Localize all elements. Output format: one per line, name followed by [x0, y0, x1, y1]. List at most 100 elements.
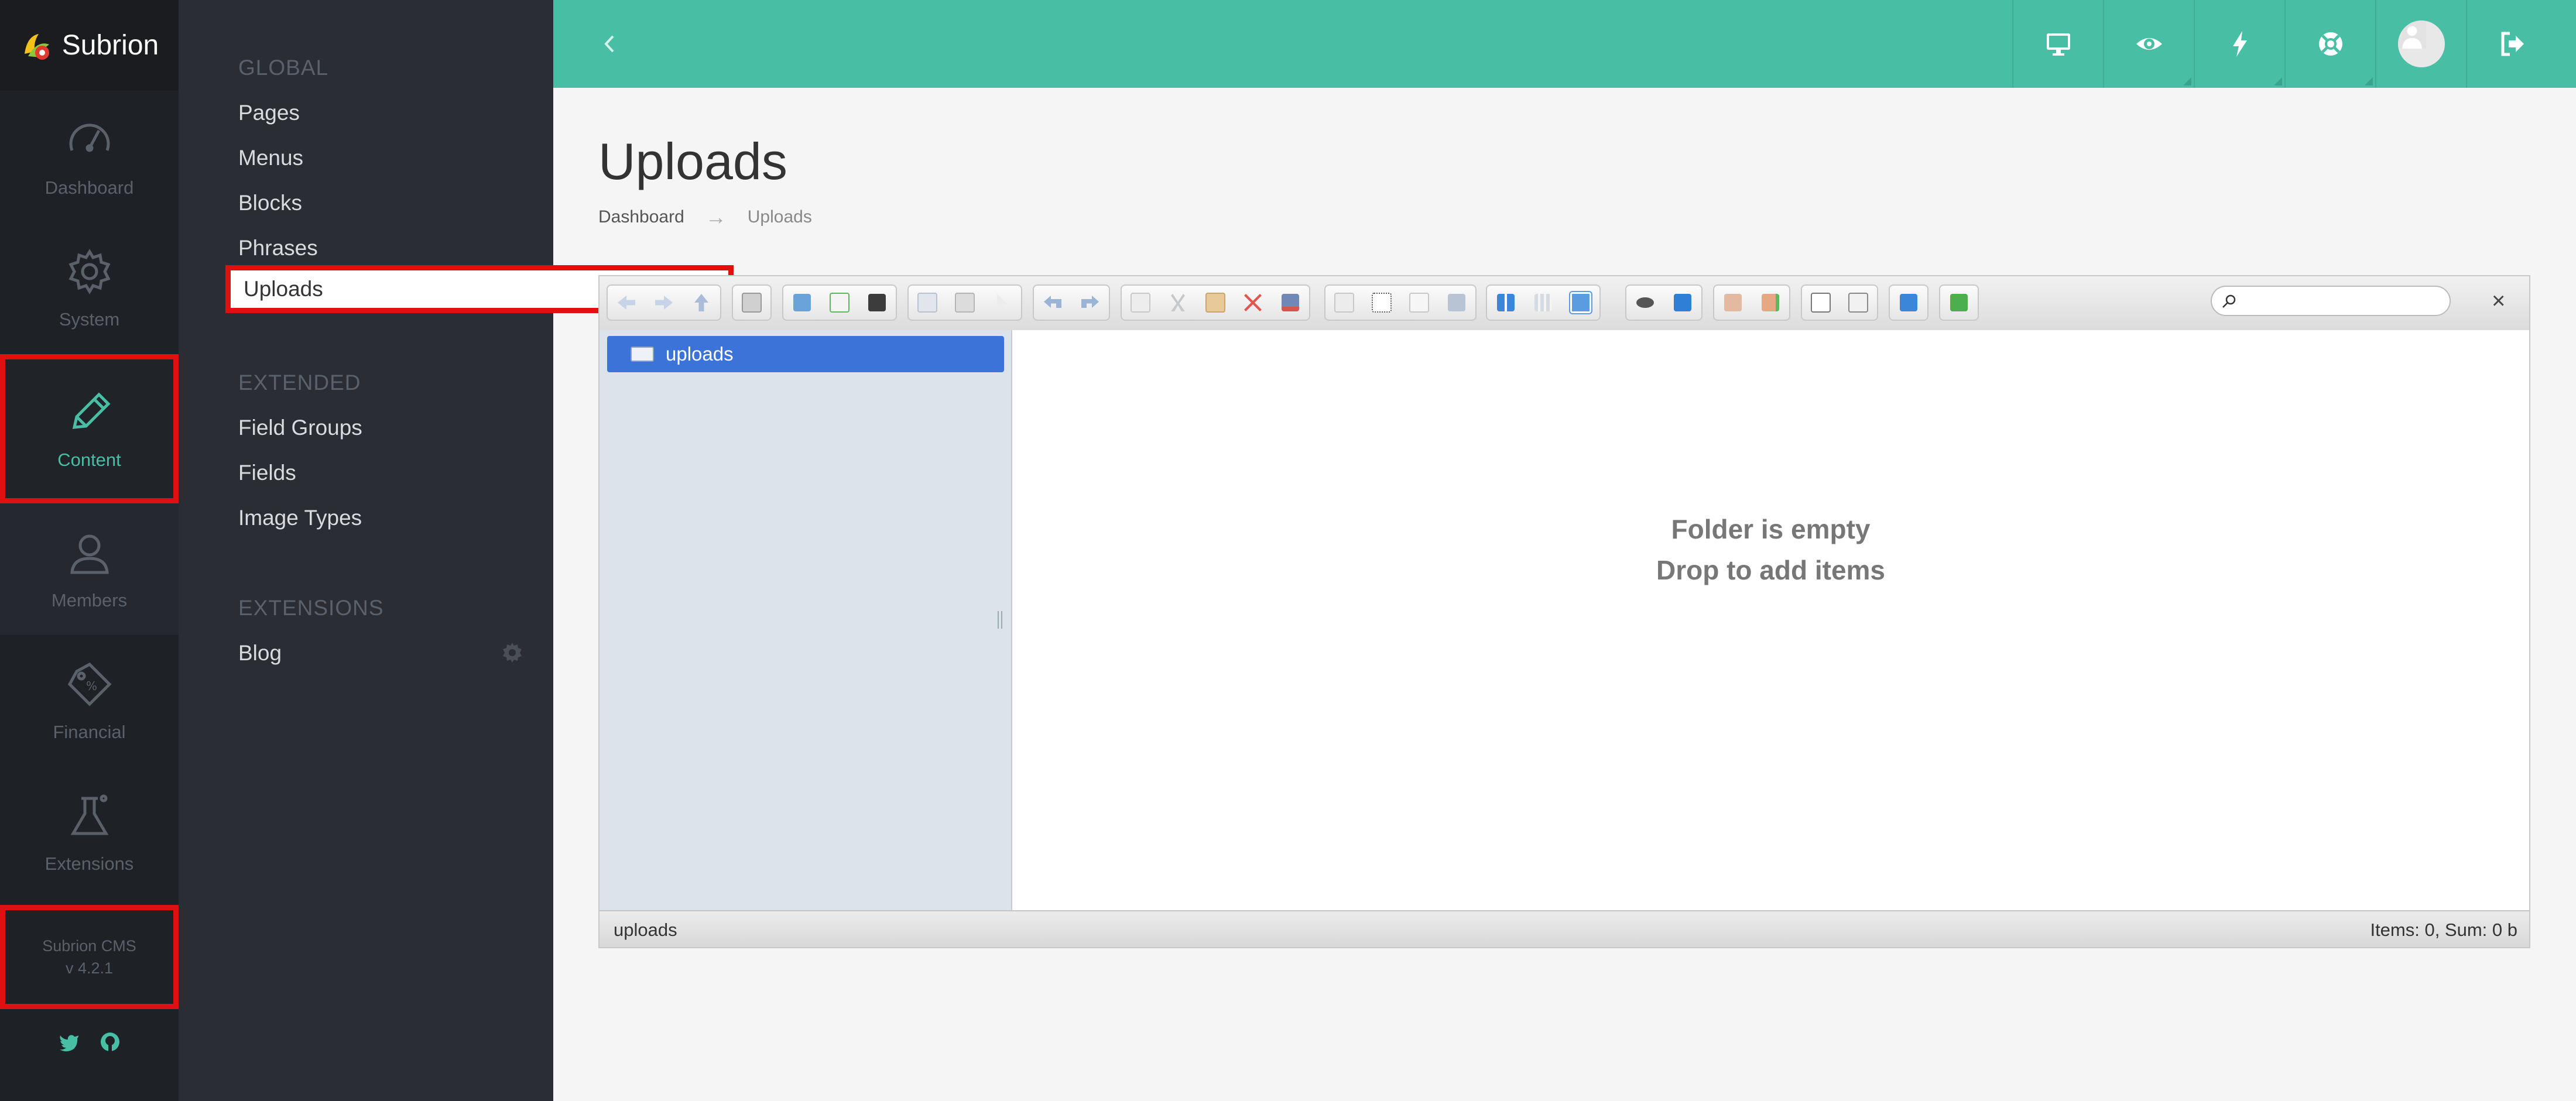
nav-financial[interactable]: % Financial: [0, 635, 179, 767]
view-icons-button[interactable]: [1487, 286, 1525, 320]
up-button[interactable]: [683, 286, 720, 320]
arrow-up-icon: [694, 294, 708, 311]
submenu-blocks[interactable]: Blocks: [238, 191, 302, 215]
logo[interactable]: Subrion: [0, 0, 179, 91]
fullscreen-button[interactable]: [1940, 286, 1978, 320]
preview-button[interactable]: [2103, 0, 2194, 88]
global-heading: GLOBAL: [238, 56, 329, 80]
subrion-logo-icon: [20, 28, 55, 63]
paste-icon: [1205, 293, 1225, 313]
extract-button[interactable]: [1714, 286, 1752, 320]
save-icon: [868, 294, 886, 311]
blog-settings-gear-icon[interactable]: [501, 641, 524, 664]
redo-button[interactable]: [1071, 286, 1109, 320]
select-button[interactable]: [984, 286, 1021, 320]
places-button[interactable]: [1802, 286, 1839, 320]
resize-button[interactable]: [1438, 286, 1475, 320]
info-button[interactable]: [1664, 286, 1701, 320]
breadcrumb-dashboard[interactable]: Dashboard: [598, 207, 684, 227]
paste-button[interactable]: [1197, 286, 1234, 320]
toolbar-group-navigation: [607, 284, 721, 321]
archive-button[interactable]: [1752, 286, 1789, 320]
help-button[interactable]: [1890, 286, 1927, 320]
submenu-fields[interactable]: Fields: [238, 461, 296, 485]
open-button[interactable]: [909, 286, 946, 320]
github-icon[interactable]: [98, 1030, 122, 1054]
home-button[interactable]: [783, 286, 821, 320]
submenu-blog[interactable]: Blog: [238, 641, 282, 666]
arrow-right-icon: [655, 296, 673, 310]
info-icon: [1674, 294, 1691, 311]
nav-dashboard-label: Dashboard: [44, 177, 134, 198]
window-icon: [1811, 293, 1831, 313]
submenu-image-types[interactable]: Image Types: [238, 506, 362, 530]
sub-menu: GLOBAL Pages Menus Blocks Phrases Upload…: [179, 0, 734, 1101]
nav-members-label: Members: [51, 589, 128, 610]
redo-icon: [1081, 296, 1099, 308]
empty-folder-button[interactable]: [1272, 286, 1309, 320]
social-links: [0, 1030, 179, 1054]
duplicate-icon: [1334, 293, 1354, 313]
duplicate-button[interactable]: [1325, 286, 1363, 320]
submenu-field-groups[interactable]: Field Groups: [238, 416, 362, 440]
dropdown-corner: [2274, 77, 2282, 85]
nav-dashboard[interactable]: Dashboard: [0, 91, 179, 222]
avatar: [2397, 20, 2445, 67]
nav-content[interactable]: Content: [0, 354, 179, 503]
view-site-button[interactable]: [2012, 0, 2103, 88]
nav-members[interactable]: Members: [0, 503, 179, 635]
new-file-button[interactable]: [821, 286, 858, 320]
gear-icon: [68, 248, 111, 294]
rename-button[interactable]: [1363, 286, 1400, 320]
quicklook-button[interactable]: [1626, 286, 1664, 320]
empty-line-2: Drop to add items: [1656, 555, 1886, 585]
help-button[interactable]: [2284, 0, 2375, 88]
search-input[interactable]: [2211, 286, 2451, 316]
submenu-phrases[interactable]: Phrases: [238, 236, 318, 260]
cut-button[interactable]: [1159, 286, 1197, 320]
toolbar-group-reload: [732, 284, 772, 321]
toolbar-group-view: [1486, 284, 1601, 321]
logout-button[interactable]: [2466, 0, 2557, 88]
delete-x-icon: [1244, 294, 1262, 311]
nav-system[interactable]: System: [0, 222, 179, 354]
empty-folder-message: Folder is empty Drop to add items: [1012, 509, 2529, 591]
sort-icon: [1848, 293, 1868, 313]
status-bar: uploads Items: 0, Sum: 0 b: [600, 910, 2529, 947]
back-button[interactable]: [608, 286, 645, 320]
reload-button[interactable]: [733, 286, 770, 320]
price-tag-icon: %: [67, 662, 112, 706]
close-icon[interactable]: ×: [2492, 288, 2505, 314]
copy-button[interactable]: [1122, 286, 1159, 320]
undo-button[interactable]: [1034, 286, 1071, 320]
chevron-left-icon[interactable]: [594, 28, 624, 60]
nav-extensions[interactable]: Extensions: [0, 767, 179, 898]
extract-icon: [1724, 294, 1742, 311]
archive-icon: [1762, 294, 1779, 311]
svg-text:%: %: [86, 679, 97, 693]
user-menu-button[interactable]: [2375, 0, 2466, 88]
file-list-area[interactable]: Folder is empty Drop to add items: [1012, 330, 2529, 913]
pane-resize-handle[interactable]: [998, 611, 1002, 629]
twitter-icon[interactable]: [57, 1030, 81, 1054]
page-title: Uploads: [598, 132, 787, 190]
quick-actions-button[interactable]: [2194, 0, 2284, 88]
submenu-pages[interactable]: Pages: [238, 101, 300, 125]
dropdown-corner: [2365, 77, 2373, 85]
sort-button[interactable]: [1839, 286, 1877, 320]
save-button[interactable]: [858, 286, 896, 320]
grid-large-icon: [1497, 294, 1515, 311]
file-manager-toolbar: ×: [600, 276, 2529, 331]
forward-button[interactable]: [645, 286, 683, 320]
view-list-button[interactable]: [1562, 286, 1599, 320]
edit-button[interactable]: [1400, 286, 1438, 320]
view-small-icons-button[interactable]: [1525, 286, 1562, 320]
edit-file-icon: [1409, 293, 1429, 313]
submenu-menus[interactable]: Menus: [238, 146, 303, 170]
delete-button[interactable]: [1234, 286, 1272, 320]
download-button[interactable]: [946, 286, 984, 320]
version-name: Subrion CMS: [42, 937, 136, 955]
nav-content-label: Content: [57, 449, 121, 470]
extended-heading: EXTENDED: [238, 371, 361, 395]
tree-root-uploads[interactable]: uploads: [607, 336, 1004, 372]
